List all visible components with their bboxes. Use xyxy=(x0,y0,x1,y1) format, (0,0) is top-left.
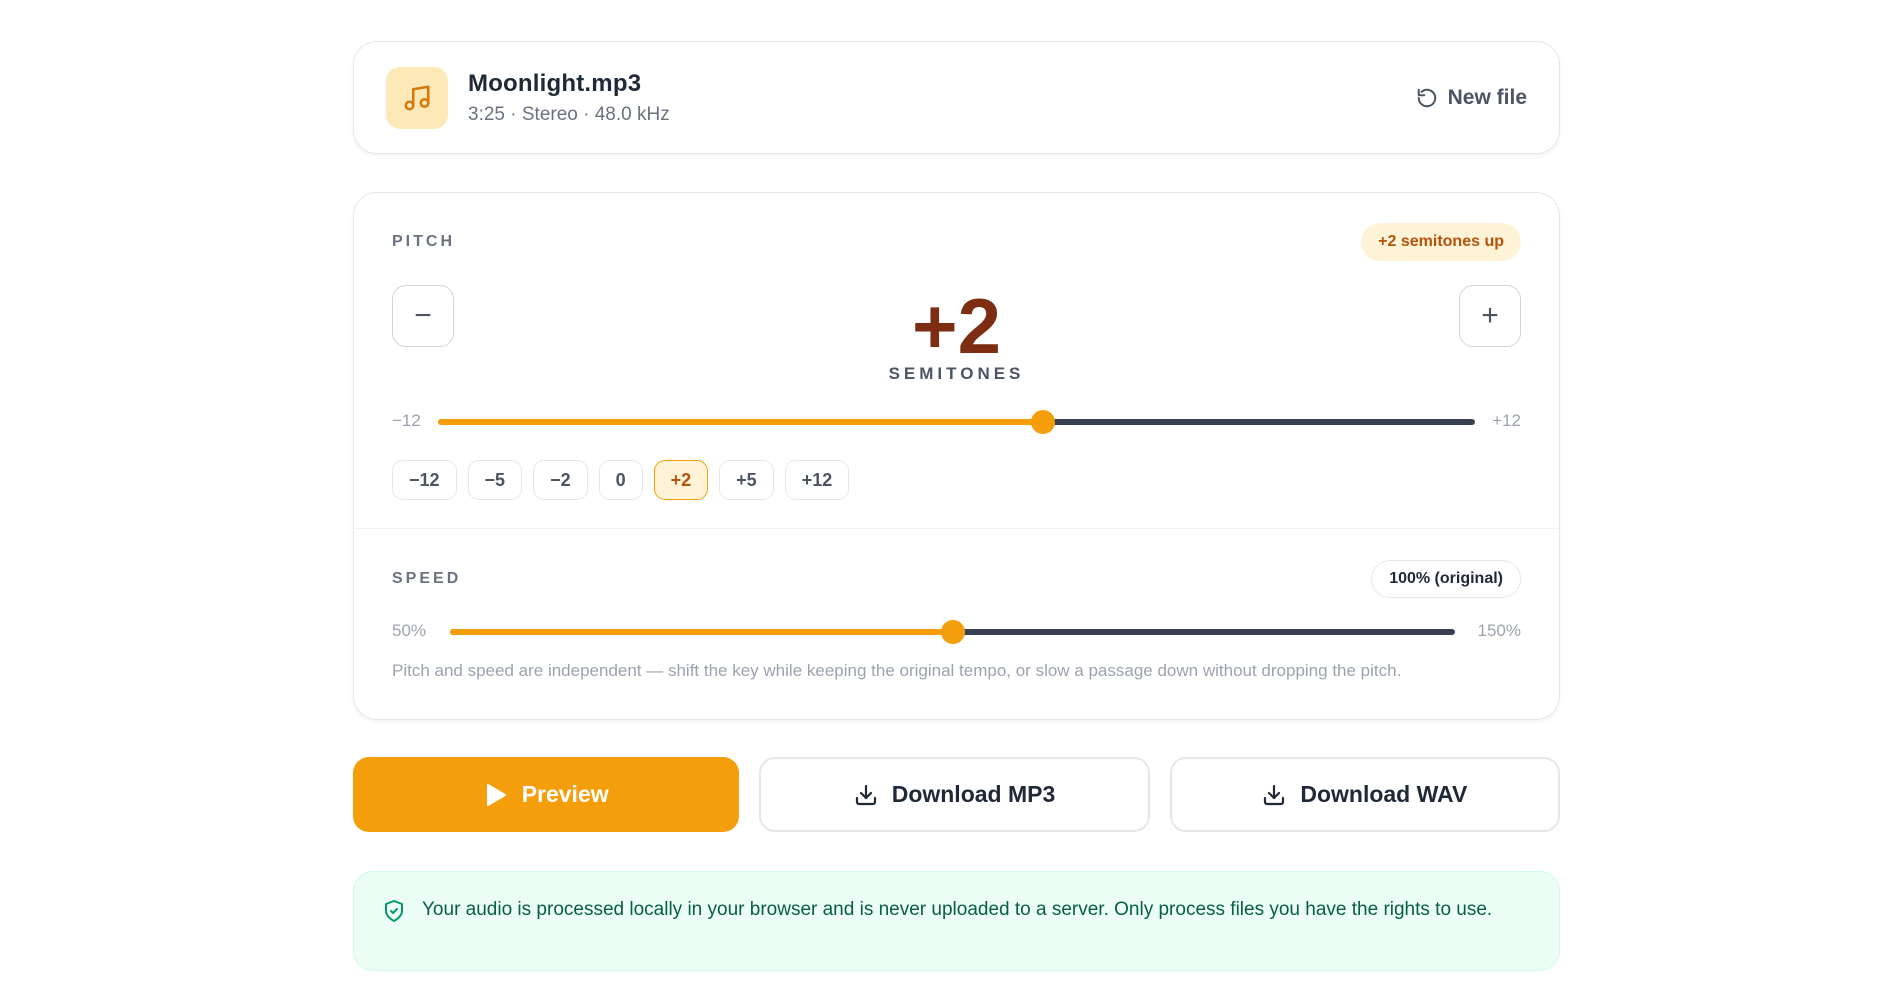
music-note-icon xyxy=(404,85,430,110)
editor: Moonlight.mp3 3:25 · Stereo · 48.0 kHz N… xyxy=(353,41,1560,971)
download-wav-button[interactable]: Download WAV xyxy=(1169,757,1560,832)
play-icon xyxy=(486,783,506,806)
speed-slider[interactable] xyxy=(450,620,1455,644)
pitch-max-label: +12 xyxy=(1492,411,1521,430)
privacy-notice: Your audio is processed locally in your … xyxy=(353,871,1560,971)
pitch-min-label: −12 xyxy=(392,411,421,430)
pitch-slider[interactable] xyxy=(438,410,1475,434)
pitch-preset-chip[interactable]: 0 xyxy=(598,460,643,500)
pitch-preset-chip[interactable]: +12 xyxy=(784,460,850,500)
pitch-presets: −12 −5 −2 0 +2 +5 +12 xyxy=(392,460,850,500)
download-mp3-label: Download MP3 xyxy=(891,781,1056,807)
download-mp3-button[interactable]: Download MP3 xyxy=(759,757,1150,832)
preview-label: Preview xyxy=(521,781,609,807)
file-name: Moonlight.mp3 xyxy=(468,69,642,97)
pitch-preset-chip[interactable]: −5 xyxy=(467,460,523,500)
speed-note: Pitch and speed are independent — shift … xyxy=(392,661,1402,680)
file-meta: Moonlight.mp3 3:25 · Stereo · 48.0 kHz xyxy=(468,70,1416,126)
speed-section: SPEED 100% (original) 50% 150% Pitch and… xyxy=(354,528,1559,719)
file-card: Moonlight.mp3 3:25 · Stereo · 48.0 kHz N… xyxy=(353,41,1560,154)
download-icon xyxy=(1264,784,1285,805)
speed-badge: 100% (original) xyxy=(1371,560,1521,598)
pitch-preset-chip[interactable]: −2 xyxy=(533,460,588,500)
speed-max-label: 150% xyxy=(1477,621,1521,640)
pitch-preset-chip[interactable]: +5 xyxy=(719,460,774,500)
new-file-button[interactable]: New file xyxy=(1416,86,1527,110)
file-thumbnail xyxy=(386,66,448,129)
controls-card: PITCH +2 semitones up − + +2 SEMITONES −… xyxy=(353,192,1560,720)
pitch-section: PITCH +2 semitones up − + +2 SEMITONES −… xyxy=(354,193,1559,528)
speed-min-label: 50% xyxy=(392,621,427,640)
shield-check-icon xyxy=(385,900,403,922)
download-wav-label: Download WAV xyxy=(1300,781,1468,807)
pitch-preset-chip[interactable]: +2 xyxy=(653,460,709,500)
pitch-label: PITCH xyxy=(392,233,455,250)
speed-slider-fill xyxy=(450,629,953,635)
file-info: 3:25 · Stereo · 48.0 kHz xyxy=(468,103,670,125)
pitch-unit: SEMITONES xyxy=(888,364,1025,383)
privacy-notice-text: Your audio is processed locally in your … xyxy=(422,899,1493,920)
speed-slider-thumb[interactable] xyxy=(940,620,965,644)
action-bar: Preview Download MP3 Download WAV xyxy=(353,757,1560,832)
speed-label: SPEED xyxy=(392,570,462,587)
download-icon xyxy=(855,784,876,805)
pitch-badge: +2 semitones up xyxy=(1361,223,1521,261)
pitch-value: +2 xyxy=(912,282,1001,370)
preview-button[interactable]: Preview xyxy=(353,757,740,832)
new-file-label: New file xyxy=(1447,85,1527,109)
pitch-slider-fill xyxy=(438,419,1043,425)
pitch-preset-chip[interactable]: −12 xyxy=(392,460,457,500)
rotate-ccw-icon xyxy=(1417,88,1436,107)
pitch-slider-thumb[interactable] xyxy=(1030,410,1055,434)
